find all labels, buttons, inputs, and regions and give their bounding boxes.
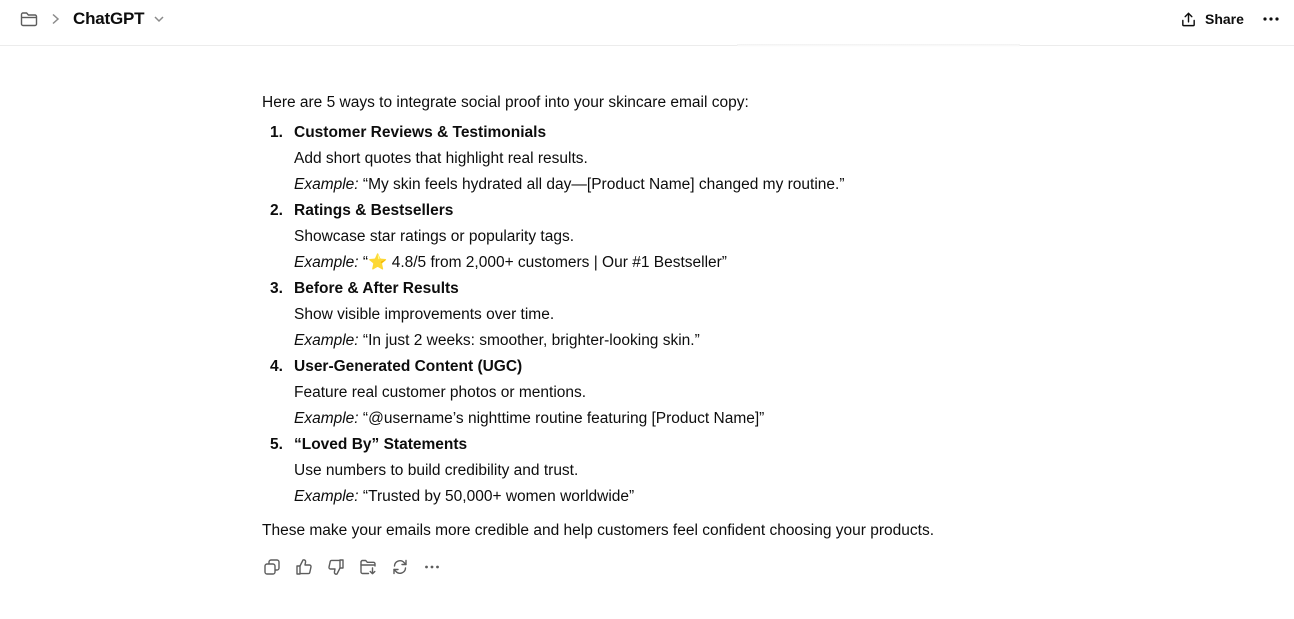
example-label: Example: — [294, 332, 359, 349]
item-description: Use numbers to build credibility and tru… — [294, 462, 579, 479]
item-example: Example: “@username’s nighttime routine … — [294, 406, 1022, 432]
example-label: Example: — [294, 410, 359, 427]
bad-response-button[interactable] — [326, 557, 346, 577]
chevron-down-icon[interactable] — [153, 14, 165, 24]
item-number: 3. — [270, 280, 283, 297]
item-number: 4. — [270, 358, 283, 375]
item-number: 2. — [270, 202, 283, 219]
model-selector-title[interactable]: ChatGPT — [73, 9, 145, 29]
save-to-folder-icon — [360, 559, 376, 575]
item-example: Example: “My skin feels hydrated all day… — [294, 172, 1022, 198]
good-response-button[interactable] — [294, 557, 314, 577]
breadcrumb-chevron-icon — [52, 13, 60, 25]
regenerate-icon — [393, 559, 407, 575]
list-item: 2. Ratings & Bestsellers Showcase star r… — [262, 198, 1022, 276]
item-description: Showcase star ratings or popularity tags… — [294, 228, 574, 245]
save-to-project-button[interactable] — [358, 557, 378, 577]
item-title: Customer Reviews & Testimonials — [294, 124, 547, 141]
item-title: Before & After Results — [294, 280, 459, 297]
share-button[interactable]: Share — [1174, 6, 1250, 32]
item-example: Example: “⭐ 4.8/5 from 2,000+ customers … — [294, 250, 1022, 276]
example-label: Example: — [294, 254, 359, 271]
item-description: Add short quotes that highlight real res… — [294, 150, 588, 167]
ideas-list: 1. Customer Reviews & Testimonials Add s… — [262, 120, 1022, 510]
thumbs-down-icon — [328, 559, 344, 575]
example-text: “⭐ 4.8/5 from 2,000+ customers | Our #1 … — [358, 254, 727, 271]
list-item: 4. User-Generated Content (UGC) Feature … — [262, 354, 1022, 432]
more-options-icon[interactable] — [1260, 9, 1282, 29]
folder-icon[interactable] — [20, 11, 38, 27]
share-label: Share — [1205, 11, 1244, 27]
item-description: Feature real customer photos or mentions… — [294, 384, 587, 401]
copy-icon — [264, 559, 280, 575]
previous-message-edge — [737, 44, 1020, 47]
example-label: Example: — [294, 488, 359, 505]
assistant-message: Here are 5 ways to integrate social proo… — [262, 90, 1022, 544]
message-outro: These make your emails more credible and… — [262, 522, 935, 539]
item-title: User-Generated Content (UGC) — [294, 358, 523, 375]
top-bar: ChatGPT Share — [0, 0, 1294, 46]
share-icon — [1182, 12, 1195, 26]
example-text: “In just 2 weeks: smoother, brighter-loo… — [358, 332, 700, 349]
more-icon — [425, 565, 439, 569]
item-number: 5. — [270, 436, 283, 453]
thumbs-up-icon — [296, 559, 312, 575]
item-example: Example: “In just 2 weeks: smoother, bri… — [294, 328, 1022, 354]
copy-button[interactable] — [262, 557, 282, 577]
example-text: “Trusted by 50,000+ women worldwide” — [358, 488, 635, 505]
item-example: Example: “Trusted by 50,000+ women world… — [294, 484, 1022, 510]
message-intro: Here are 5 ways to integrate social proo… — [262, 94, 749, 111]
item-title: “Loved By” Statements — [294, 436, 468, 453]
list-item: 3. Before & After Results Show visible i… — [262, 276, 1022, 354]
example-text: “My skin feels hydrated all day—[Product… — [358, 176, 845, 193]
message-actions — [262, 557, 442, 577]
item-description: Show visible improvements over time. — [294, 306, 555, 323]
example-text: “@username’s nighttime routine featuring… — [358, 410, 765, 427]
example-label: Example: — [294, 176, 359, 193]
list-item: 5. “Loved By” Statements Use numbers to … — [262, 432, 1022, 510]
item-title: Ratings & Bestsellers — [294, 202, 454, 219]
regenerate-button[interactable] — [390, 557, 410, 577]
more-actions-button[interactable] — [422, 557, 442, 577]
list-item: 1. Customer Reviews & Testimonials Add s… — [262, 120, 1022, 198]
item-number: 1. — [270, 124, 283, 141]
